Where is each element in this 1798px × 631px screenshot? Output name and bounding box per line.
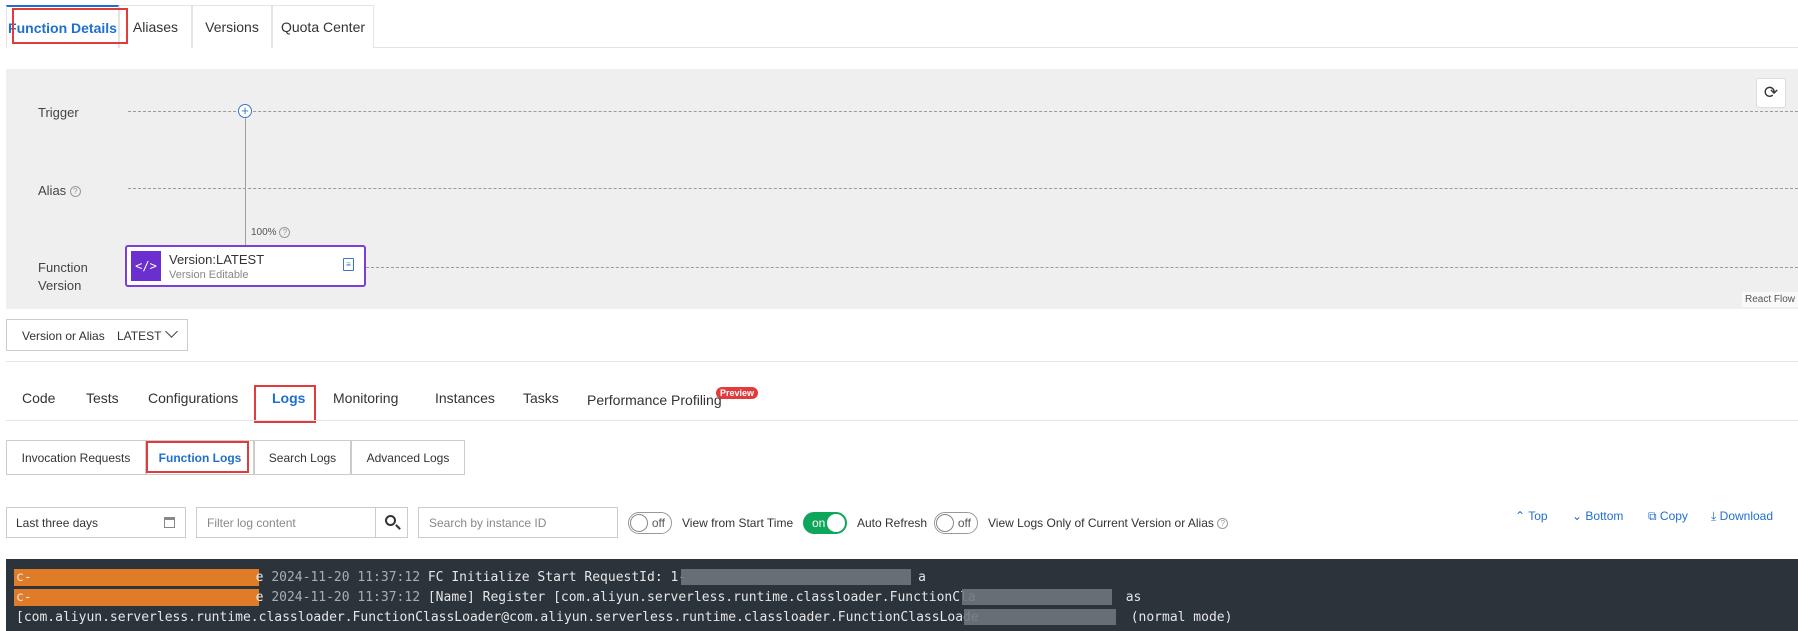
function-flow-canvas[interactable]: Trigger Alias ? Function Version + 100% …	[6, 69, 1798, 309]
auto-refresh-label: Auto Refresh	[857, 516, 928, 530]
tab-monitoring[interactable]: Monitoring	[333, 390, 398, 406]
copy-button[interactable]: ⧉ Copy	[1648, 509, 1688, 524]
log-content-filter[interactable]	[196, 507, 376, 538]
auto-refresh-toggle[interactable]: on	[803, 512, 847, 534]
version-node-title: Version:LATEST	[169, 252, 265, 267]
redacted-block	[681, 569, 911, 585]
chevron-down-icon	[165, 325, 178, 338]
tab-configurations[interactable]: Configurations	[148, 390, 238, 406]
refresh-icon: ⟳	[1763, 83, 1779, 102]
time-range-picker[interactable]: Last three days	[6, 507, 186, 538]
view-from-start-label: View from Start Time	[682, 516, 794, 530]
react-flow-attribution[interactable]: React Flow	[1741, 292, 1798, 307]
tab-tests[interactable]: Tests	[86, 390, 119, 406]
question-circle-icon[interactable]: ?	[279, 227, 291, 238]
question-circle-icon[interactable]: ?	[69, 186, 81, 198]
scroll-bottom-button[interactable]: ⌄ Bottom	[1572, 509, 1623, 523]
add-trigger-icon[interactable]: +	[238, 104, 252, 118]
scroll-top-button[interactable]: ⌃ Top	[1515, 509, 1548, 523]
download-icon: ⤓	[1711, 509, 1717, 523]
time-range-value: Last three days	[16, 516, 99, 530]
redacted-block	[962, 589, 1112, 605]
current-version-only-label: View Logs Only of Current Version or Ali…	[988, 516, 1229, 530]
filter-log-content-input[interactable]	[207, 508, 367, 537]
tab-aliases[interactable]: Aliases	[119, 5, 192, 48]
version-select-label: Version or Alias	[22, 329, 105, 343]
connector-line	[245, 118, 246, 245]
tab-instances[interactable]: Instances	[435, 390, 495, 406]
search-instance-input[interactable]	[429, 508, 609, 537]
calendar-icon	[164, 517, 175, 528]
chevron-up-icon: ⌃	[1515, 509, 1526, 523]
preview-badge: Preview	[716, 387, 759, 399]
instance-id-filter[interactable]	[418, 507, 618, 538]
top-tab-bar: Function Details Aliases Versions Quota …	[6, 5, 1798, 48]
tab-quota-center[interactable]: Quota Center	[272, 5, 374, 48]
download-button[interactable]: ⤓ Download	[1711, 509, 1773, 524]
tab-code[interactable]: Code	[22, 390, 55, 406]
tab-versions[interactable]: Versions	[192, 5, 272, 48]
tab-function-details[interactable]: Function Details	[6, 5, 119, 48]
refresh-button[interactable]: ⟳	[1756, 78, 1786, 108]
tab-invocation-requests[interactable]: Invocation Requests	[6, 440, 146, 475]
version-node[interactable]: </> Version:LATEST Version Editable ≡	[125, 245, 366, 287]
search-button[interactable]	[375, 507, 408, 538]
copy-icon: ⧉	[1648, 509, 1657, 523]
tab-logs[interactable]: Logs	[272, 390, 305, 406]
traffic-percentage: 100% ?	[251, 227, 291, 238]
document-icon[interactable]: ≡	[343, 258, 354, 271]
row-label-trigger: Trigger	[38, 105, 79, 120]
tab-tasks[interactable]: Tasks	[523, 390, 559, 406]
question-circle-icon[interactable]: ?	[1217, 518, 1229, 530]
search-icon	[385, 515, 396, 526]
tab-performance-profiling[interactable]: Performance Profiling	[587, 392, 722, 408]
row-label-function-version: Function Version	[38, 260, 88, 293]
tab-function-logs[interactable]: Function Logs	[146, 440, 254, 475]
version-select-value: LATEST	[117, 329, 162, 343]
divider	[6, 420, 1798, 421]
trigger-lane-line	[128, 111, 1798, 112]
log-output[interactable]: c-e 2024-11-20 11:37:12 FC Initialize St…	[6, 559, 1798, 631]
alias-lane-line	[128, 188, 1798, 189]
code-icon: </>	[131, 251, 161, 281]
row-label-alias: Alias ?	[38, 182, 81, 200]
redacted-block	[964, 609, 1116, 625]
tab-search-logs[interactable]: Search Logs	[254, 440, 351, 475]
version-alias-select[interactable]: Version or Alias LATEST	[6, 319, 188, 351]
version-lane-line	[366, 267, 1798, 268]
tab-advanced-logs[interactable]: Advanced Logs	[351, 440, 465, 475]
current-version-only-toggle[interactable]: off	[934, 512, 978, 534]
divider	[6, 361, 1798, 362]
view-from-start-toggle[interactable]: off	[628, 512, 672, 534]
version-node-subtitle: Version Editable	[169, 269, 249, 281]
chevron-down-icon: ⌄	[1572, 509, 1583, 523]
